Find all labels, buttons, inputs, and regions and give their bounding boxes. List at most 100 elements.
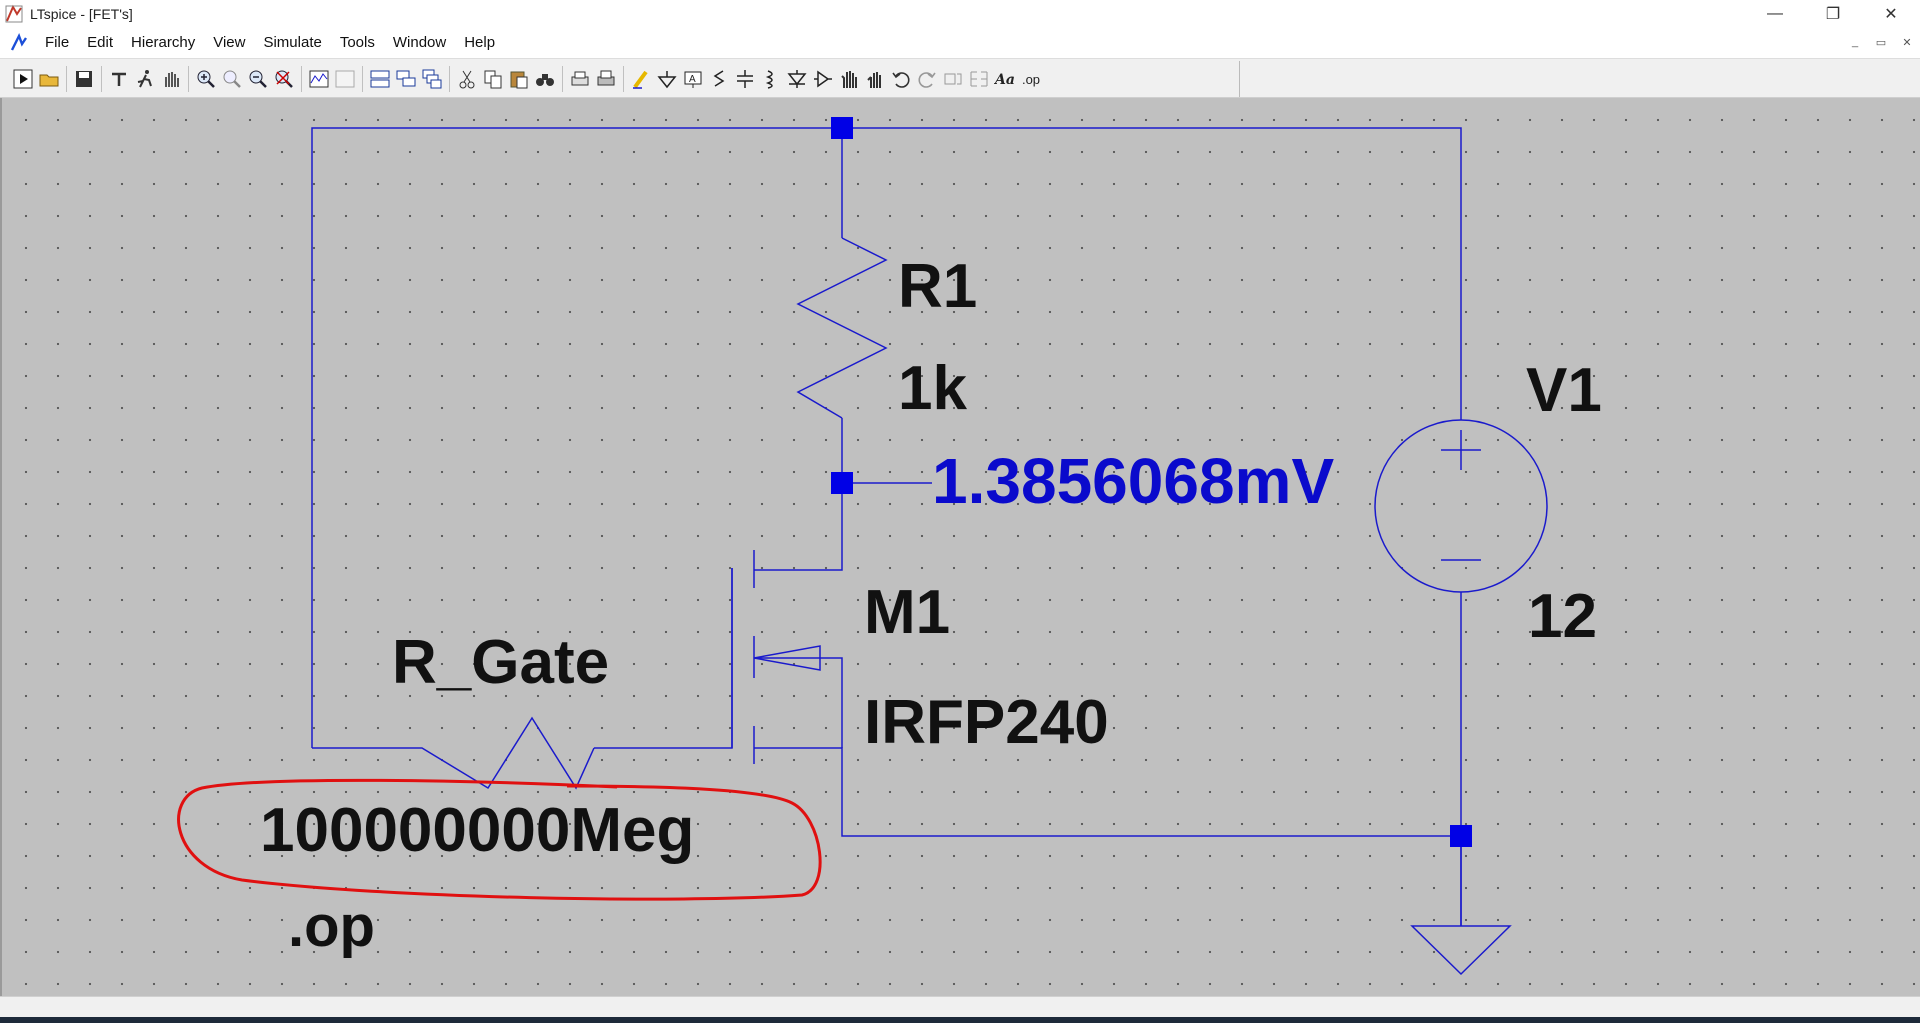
menu-window[interactable]: Window [384,28,455,58]
minimize-button[interactable]: — [1746,0,1804,28]
cascade-button[interactable] [419,64,445,94]
open-button[interactable] [36,64,62,94]
ground-symbol[interactable] [1410,925,1512,976]
close-button[interactable]: ✕ [1862,0,1920,28]
copy-icon [484,70,502,89]
menu-hierarchy[interactable]: Hierarchy [122,28,204,58]
menu-edit[interactable]: Edit [78,28,122,58]
label-net-button[interactable]: A [680,64,706,94]
find-icon [536,74,554,86]
ground-icon [657,71,677,89]
r-gate-name-label[interactable]: R_Gate [392,632,609,694]
menu-tools[interactable]: Tools [331,28,384,58]
move-button[interactable] [836,64,862,94]
zoom-area-icon [223,70,241,88]
document-icon[interactable] [8,32,30,54]
resistor-r-gate-symbol[interactable] [312,716,595,790]
text-button[interactable]: Aa [992,64,1018,94]
m1-name-label[interactable]: M1 [864,582,950,644]
tile-horizontal-button[interactable] [367,64,393,94]
zoom-out-button[interactable] [245,64,271,94]
m1-model-label[interactable]: IRFP240 [864,692,1109,754]
voltage-source-v1-symbol[interactable] [1374,419,1548,593]
component-icon [814,70,832,88]
toolbar-buttons: A Aa .op [10,61,1240,97]
wire-r1-bottom[interactable] [754,418,843,571]
save-button[interactable] [71,64,97,94]
r-gate-value-label[interactable]: 100000000Meg [260,800,694,862]
restore-button[interactable]: ❐ [1804,0,1862,28]
junction-node-top[interactable] [831,117,853,139]
node-voltage-label[interactable]: 1.3856068mV [932,449,1334,513]
schematic-canvas[interactable]: R1 1k 1.3856068mV V1 12 M1 IRFP240 R_Gat… [0,98,1920,996]
doc-close-button[interactable]: ✕ [1896,32,1918,52]
open-icon [39,74,59,87]
pan-button[interactable] [158,64,184,94]
zoom-in-icon [197,70,215,88]
toolbar-separator [66,66,67,92]
title-bar: LTspice - [FET's] — ❐ ✕ [0,0,1920,28]
capacitor-icon [737,70,753,88]
redo-button[interactable] [914,64,940,94]
resistor-r1-symbol[interactable] [796,237,888,419]
ltspice-app-icon [5,4,23,23]
component-button[interactable] [810,64,836,94]
run-button[interactable] [10,64,36,94]
draw-wire-button[interactable] [628,64,654,94]
menu-view[interactable]: View [204,28,254,58]
zoom-area-button[interactable] [219,64,245,94]
zoom-in-button[interactable] [193,64,219,94]
move-icon [841,71,857,88]
menu-file[interactable]: File [36,28,78,58]
control-panel-button[interactable] [106,64,132,94]
cut-button[interactable] [454,64,480,94]
drag-button[interactable] [862,64,888,94]
document-window-controls: _ ▭ ✕ [1844,32,1918,52]
menu-help[interactable]: Help [455,28,504,58]
toolbar-separator [301,66,302,92]
run-icon [13,69,33,89]
rotate-button[interactable] [940,64,966,94]
paste-button[interactable] [506,64,532,94]
diode-button[interactable] [784,64,810,94]
toolbar: A Aa .op [0,58,1920,98]
undo-button[interactable] [888,64,914,94]
undo-icon [892,72,910,88]
resistor-button[interactable] [706,64,732,94]
mirror-button[interactable] [966,64,992,94]
junction-node-drain[interactable] [831,472,853,494]
zoom-fit-button[interactable] [271,64,297,94]
junction-node-ground[interactable] [1450,825,1472,847]
text-icon: Aa [994,72,1015,88]
print-setup-button[interactable] [567,64,593,94]
r1-name-label[interactable]: R1 [898,256,977,318]
halt-button[interactable] [132,64,158,94]
wire-source[interactable] [754,747,1461,837]
ltspice-window: LTspice - [FET's] — ❐ ✕ File Edit Hierar… [0,0,1920,1023]
doc-minimize-button[interactable]: _ [1844,32,1866,52]
doc-restore-button[interactable]: ▭ [1870,32,1892,52]
print-button[interactable] [593,64,619,94]
inductor-button[interactable] [758,64,784,94]
wire-gate[interactable] [594,568,733,749]
capacitor-button[interactable] [732,64,758,94]
v1-value-label[interactable]: 12 [1528,586,1597,648]
drag-icon [867,72,881,88]
find-button[interactable] [532,64,558,94]
spice-directive-button[interactable]: .op [1018,64,1044,94]
menu-simulate[interactable]: Simulate [254,28,330,58]
draw-wire-icon [633,70,648,89]
tile-vertical-button[interactable] [393,64,419,94]
copy-button[interactable] [480,64,506,94]
waveform-off-button[interactable] [332,64,358,94]
mosfet-m1-symbol[interactable] [731,550,843,764]
tile-horizontal-icon [370,70,390,88]
r1-value-label[interactable]: 1k [898,358,967,420]
window-controls: — ❐ ✕ [1746,0,1920,28]
cascade-icon [422,69,442,89]
zoom-out-icon [249,70,267,88]
ground-button[interactable] [654,64,680,94]
v1-name-label[interactable]: V1 [1526,360,1602,422]
spice-directive-label[interactable]: .op [288,898,375,956]
waveform-button[interactable] [306,64,332,94]
